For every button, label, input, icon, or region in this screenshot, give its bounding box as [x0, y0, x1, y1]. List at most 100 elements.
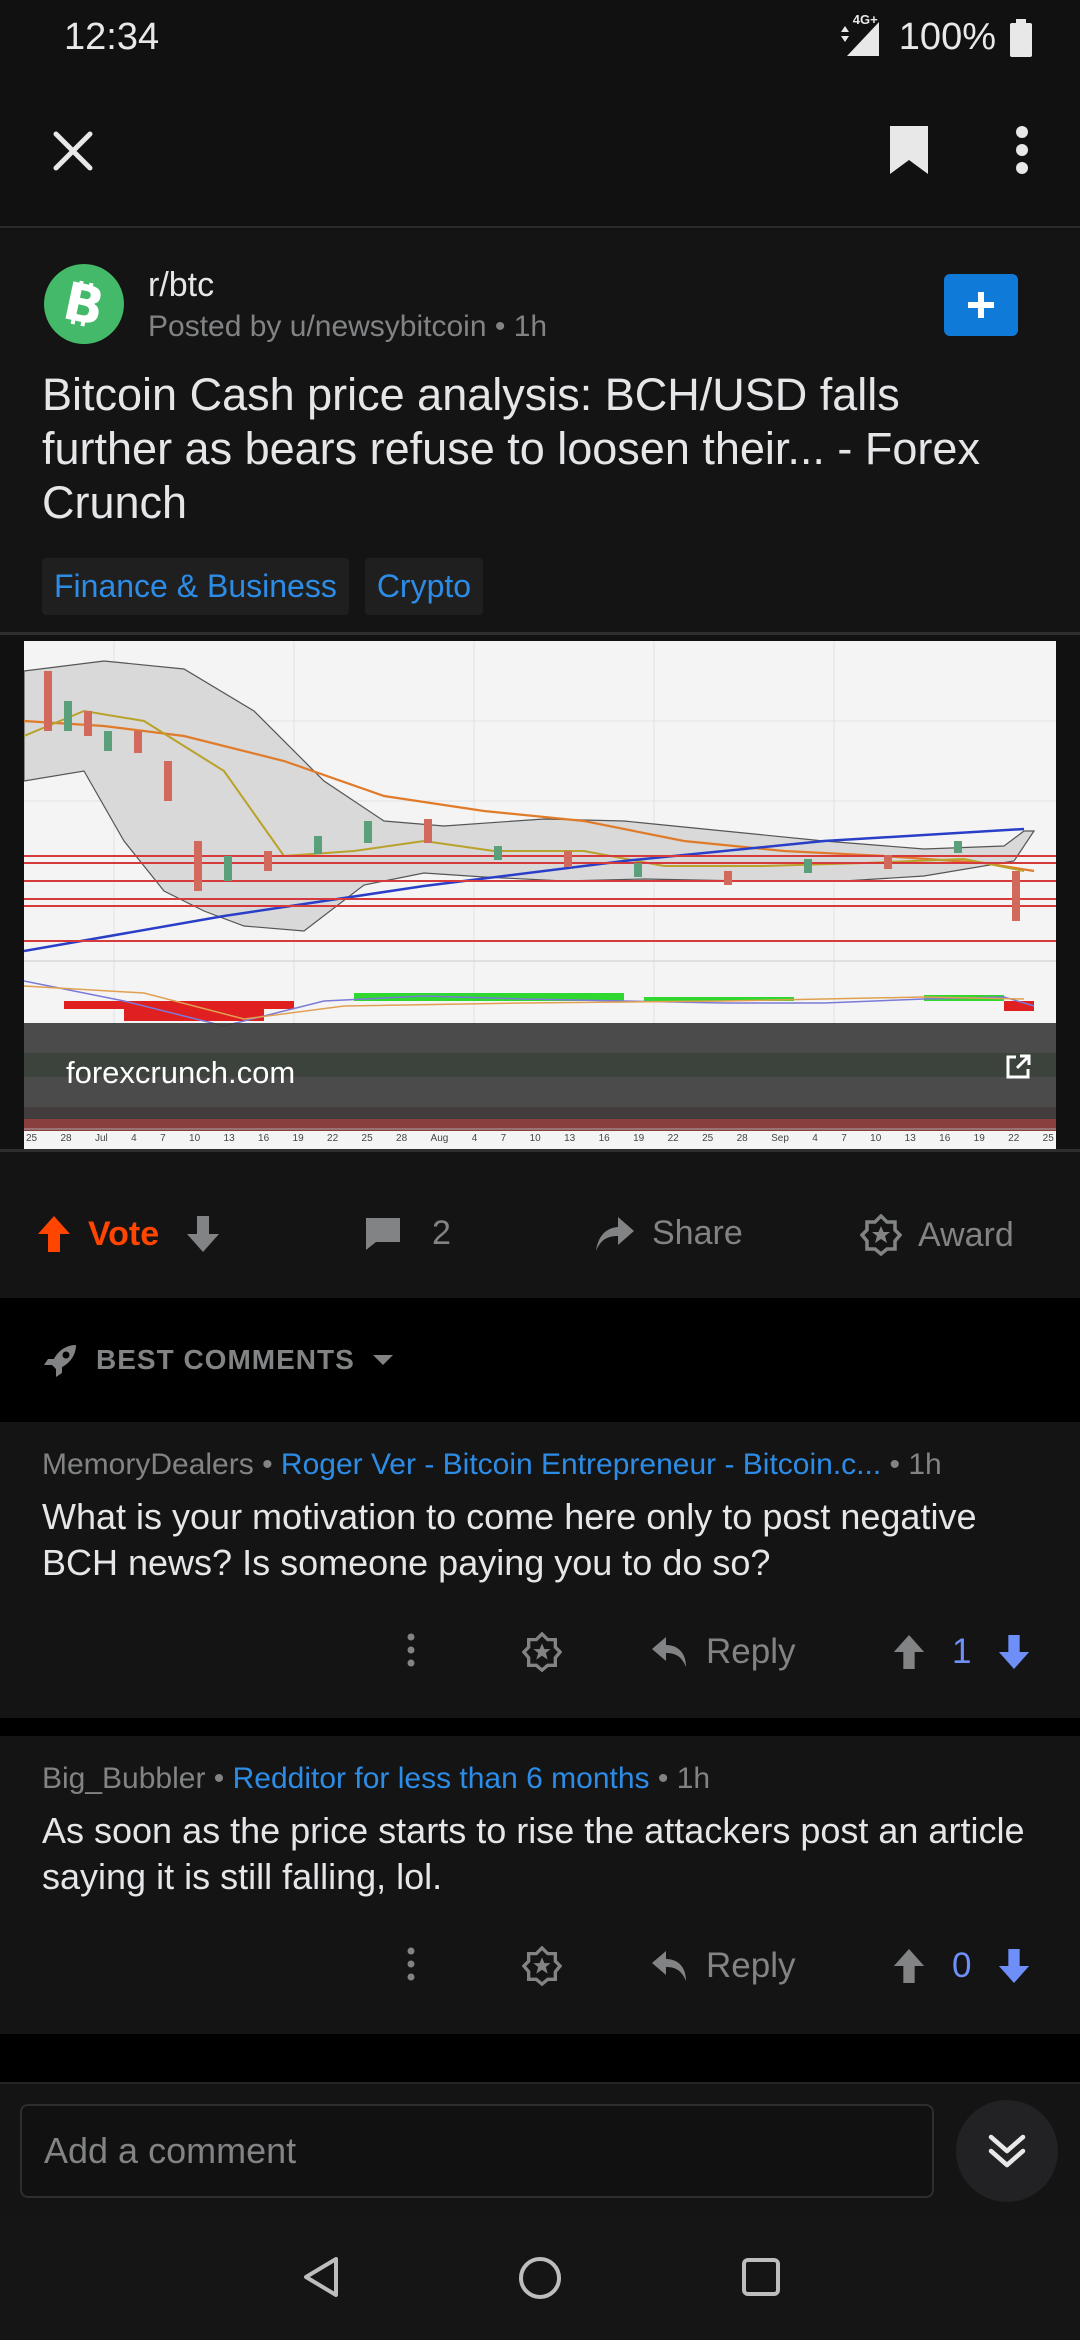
comment-count: 2 [432, 1214, 451, 1252]
axis-tick-label: 22 [667, 1133, 679, 1144]
upvote-icon[interactable] [892, 1947, 926, 1985]
share-label: Share [652, 1214, 743, 1252]
axis-tick-label: 16 [258, 1133, 270, 1144]
axis-tick-label: 10 [529, 1133, 541, 1144]
comment-sort-bar[interactable]: BEST COMMENTS [0, 1298, 1080, 1422]
double-chevron-down-icon [988, 2134, 1026, 2168]
vote-control: Vote [36, 1214, 221, 1254]
axis-tick-label: 28 [736, 1133, 748, 1144]
comment-body: What is your motivation to come here onl… [42, 1496, 977, 1583]
comment-divider [0, 1718, 1080, 1736]
comment-item: Big_Bubbler • Redditor for less than 6 m… [0, 1736, 1080, 2034]
rocket-icon [44, 1345, 76, 1377]
comment-author[interactable]: MemoryDealers [42, 1448, 254, 1481]
comment-vote-control: 0 [892, 1946, 1031, 1986]
axis-tick-label: 7 [841, 1133, 847, 1144]
meta-separator: • [262, 1448, 281, 1481]
comment-actions: Reply 0 [0, 1930, 1080, 2010]
axis-tick-label: 13 [223, 1133, 235, 1144]
top-app-bar [0, 80, 1080, 228]
downvote-icon[interactable] [185, 1214, 221, 1254]
add-comment-input[interactable]: Add a comment [20, 2104, 934, 2198]
axis-tick-label: 19 [292, 1133, 304, 1144]
flair-crypto[interactable]: Crypto [364, 558, 484, 615]
close-button[interactable] [36, 114, 110, 188]
close-icon [53, 131, 93, 171]
comment-meta: MemoryDealers • Roger Ver - Bitcoin Entr… [42, 1448, 942, 1482]
vote-label: Vote [88, 1214, 160, 1253]
status-time: 12:34 [64, 16, 160, 58]
nav-back-button[interactable] [290, 2246, 352, 2308]
home-icon [519, 2257, 561, 2299]
subreddit-name[interactable]: r/btc [148, 266, 214, 305]
axis-tick-label: 28 [396, 1133, 408, 1144]
post-age: • 1h [494, 310, 548, 343]
next-comment-button[interactable] [956, 2100, 1058, 2202]
recents-icon [742, 2258, 780, 2296]
nav-recents-button[interactable] [730, 2246, 792, 2308]
join-button[interactable] [944, 274, 1018, 336]
sort-label: BEST COMMENTS [96, 1344, 355, 1375]
reply-label: Reply [706, 1632, 796, 1671]
status-indicators: 4G+ 100% [839, 12, 1032, 59]
comment-vote-control: 1 [892, 1632, 1031, 1672]
axis-tick-label: 13 [904, 1133, 916, 1144]
comment-score: 0 [952, 1946, 972, 1985]
comment-reply-button[interactable]: Reply [650, 1632, 795, 1672]
award-label: Award [918, 1215, 1014, 1254]
comments-button[interactable]: 2 [364, 1214, 451, 1253]
axis-tick-label: Jul [95, 1133, 108, 1144]
flair-row: Finance & Business Crypto [42, 558, 484, 615]
axis-tick-label: 22 [327, 1133, 339, 1144]
comment-award-button[interactable] [522, 1632, 562, 1672]
post-title[interactable]: Bitcoin Cash price analysis: BCH/USD fal… [42, 368, 1042, 530]
reply-icon [652, 1637, 686, 1667]
signal-icon: 4G+ [839, 12, 885, 58]
subreddit-avatar[interactable]: B [44, 264, 124, 344]
save-button[interactable] [872, 110, 946, 190]
link-preview[interactable]: 25 28 Jul 4 7 10 13 16 19 22 25 28 Aug 4… [0, 632, 1080, 1152]
axis-tick-label: 4 [131, 1133, 137, 1144]
comment-age: 1h [908, 1448, 942, 1481]
axis-tick-label: 10 [189, 1133, 201, 1144]
post-card: B r/btc Posted by u/newsybitcoin • 1h Bi… [0, 230, 1080, 1298]
axis-tick-label: 4 [471, 1133, 478, 1144]
link-domain: forexcrunch.com [66, 1055, 296, 1090]
axis-tick-label: 25 [1042, 1133, 1054, 1144]
axis-tick-label: 16 [598, 1133, 610, 1144]
comment-reply-button[interactable]: Reply [650, 1946, 795, 1986]
external-link-button[interactable] [1004, 1053, 1032, 1086]
system-nav-bar [0, 2216, 1080, 2340]
status-bar: 12:34 4G+ 100% [0, 0, 1080, 80]
more-options-button[interactable] [990, 110, 1054, 190]
network-type: 4G+ [852, 11, 878, 27]
comment-more-button[interactable] [406, 1946, 416, 1982]
comment-age: 1h [676, 1762, 711, 1795]
downvote-icon[interactable] [997, 1947, 1031, 1985]
share-button[interactable]: Share [594, 1214, 743, 1253]
nav-home-button[interactable] [508, 2246, 572, 2310]
meta-separator: • [213, 1762, 233, 1795]
post-author[interactable]: Posted by u/newsybitcoin [148, 310, 487, 343]
award-button[interactable]: Award [860, 1214, 1014, 1256]
comment-more-button[interactable] [406, 1632, 416, 1668]
more-vertical-icon [1016, 126, 1028, 174]
reply-label: Reply [706, 1946, 796, 1985]
axis-tick-label: Aug [430, 1133, 449, 1144]
battery-icon [1010, 18, 1032, 57]
bitcoin-icon: B [61, 276, 107, 332]
award-icon [522, 1632, 562, 1672]
comment-icon [366, 1217, 400, 1250]
downvote-icon[interactable] [997, 1633, 1031, 1671]
axis-tick-label: Sep [771, 1133, 789, 1144]
upvote-icon[interactable] [36, 1214, 72, 1254]
axis-tick-label: 7 [500, 1133, 507, 1144]
comments-spacer [0, 2034, 1080, 2082]
upvote-icon[interactable] [892, 1633, 926, 1671]
axis-tick-label: 25 [361, 1133, 373, 1144]
flair-finance[interactable]: Finance & Business [42, 558, 349, 615]
comment-body: As soon as the price starts to rise the … [42, 1810, 1025, 1897]
comment-award-button[interactable] [522, 1946, 562, 1986]
comment-author[interactable]: Big_Bubbler [42, 1762, 205, 1795]
plus-icon [968, 292, 994, 318]
